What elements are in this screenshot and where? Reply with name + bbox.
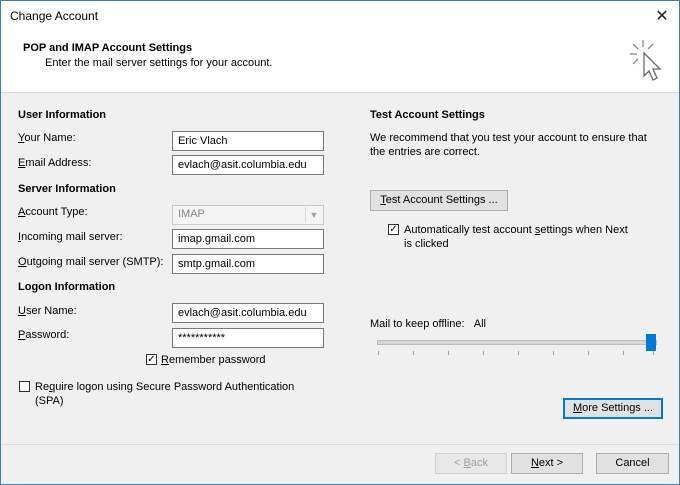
your-name-field[interactable]: Eric Vlach xyxy=(172,131,324,151)
your-name-label: Your Name: xyxy=(18,132,76,144)
account-type-value: IMAP xyxy=(178,208,205,220)
back-button[interactable]: < Back xyxy=(435,453,507,474)
slider-tick xyxy=(378,351,379,355)
spa-label: Require logon using Secure Password Auth… xyxy=(35,381,295,407)
user-name-label: User Name: xyxy=(18,305,77,317)
checkmark-icon: ✓ xyxy=(147,354,156,365)
auto-test-label: Automatically test account settings when… xyxy=(404,224,628,250)
incoming-server-label: Incoming mail server: xyxy=(18,231,123,243)
user-name-field[interactable]: evlach@asit.columbia.edu xyxy=(172,303,324,323)
checkmark-icon: ✓ xyxy=(389,224,398,235)
outgoing-server-field[interactable]: smtp.gmail.com xyxy=(172,254,324,274)
footer-divider xyxy=(1,444,679,445)
incoming-server-field[interactable]: imap.gmail.com xyxy=(172,229,324,249)
test-account-settings-button[interactable]: Test Account Settings ... xyxy=(370,190,508,211)
change-account-dialog: Change Account ✕ POP and IMAP Account Se… xyxy=(0,0,680,485)
next-button[interactable]: Next > xyxy=(511,453,583,474)
slider-tick xyxy=(553,351,554,355)
test-settings-heading: Test Account Settings xyxy=(370,109,485,121)
password-field[interactable]: *********** xyxy=(172,328,324,348)
slider-tick xyxy=(653,351,654,355)
spa-checkbox[interactable] xyxy=(19,381,30,392)
more-settings-button[interactable]: More Settings ... xyxy=(563,398,663,419)
logon-info-heading: Logon Information xyxy=(18,281,116,293)
cancel-button[interactable]: Cancel xyxy=(596,453,669,474)
slider-tick xyxy=(448,351,449,355)
title-bar: Change Account ✕ xyxy=(1,1,679,32)
user-info-heading: User Information xyxy=(18,109,107,121)
password-label: Password: xyxy=(18,329,70,341)
close-icon[interactable]: ✕ xyxy=(647,3,677,29)
test-settings-description: We recommend that you test your account … xyxy=(370,132,647,158)
slider-track[interactable] xyxy=(377,340,657,345)
slider-tick xyxy=(483,351,484,355)
email-address-label: Email Address: xyxy=(18,157,92,169)
mail-offline-label: Mail to keep offline: All xyxy=(370,318,486,330)
slider-tick xyxy=(588,351,589,355)
window-title: Change Account xyxy=(10,9,99,23)
remember-password-checkbox[interactable]: ✓ xyxy=(146,354,157,365)
email-address-field[interactable]: evlach@asit.columbia.edu xyxy=(172,155,324,175)
slider-tick xyxy=(518,351,519,355)
account-type-select: IMAP ▼ xyxy=(172,205,324,225)
slider-thumb[interactable] xyxy=(646,334,656,351)
outgoing-server-label: Outgoing mail server (SMTP): xyxy=(18,256,164,268)
header-subtitle: Enter the mail server settings for your … xyxy=(45,57,273,69)
slider-tick xyxy=(413,351,414,355)
dialog-header: POP and IMAP Account Settings Enter the … xyxy=(1,32,679,93)
remember-password-label: Remember password xyxy=(161,354,266,366)
cursor-sparkle-icon xyxy=(630,40,662,81)
slider-tick xyxy=(623,351,624,355)
header-title: POP and IMAP Account Settings xyxy=(23,42,193,54)
chevron-down-icon: ▼ xyxy=(305,207,322,223)
account-type-label: Account Type: xyxy=(18,206,88,218)
mail-offline-value: All xyxy=(473,318,486,330)
server-info-heading: Server Information xyxy=(18,183,116,195)
auto-test-checkbox[interactable]: ✓ xyxy=(388,224,399,235)
